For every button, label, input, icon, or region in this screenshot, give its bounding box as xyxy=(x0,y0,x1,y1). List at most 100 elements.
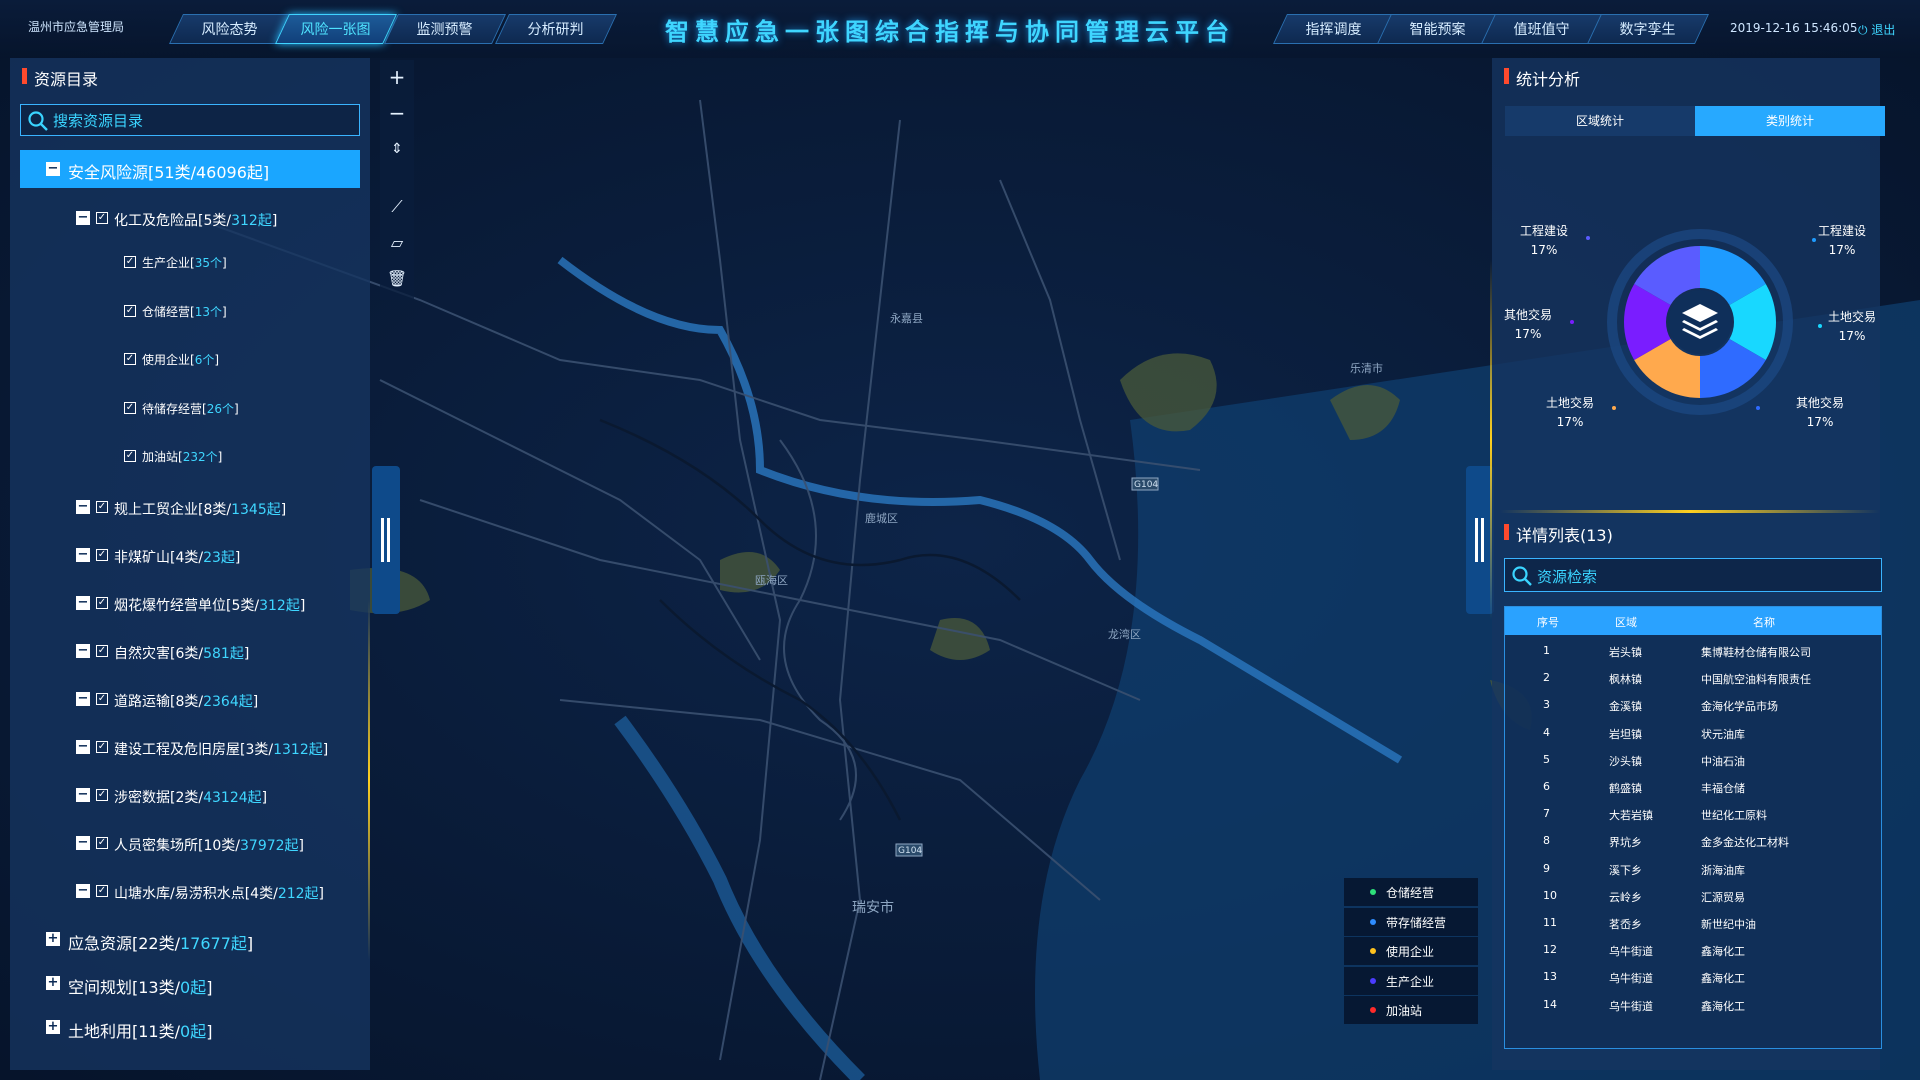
legend-item[interactable]: 生产企业 xyxy=(1344,966,1478,995)
left-panel-toggle[interactable] xyxy=(372,466,400,614)
table-row[interactable]: 10 云岭乡 汇源贸易 xyxy=(1505,882,1881,909)
tree-child-row[interactable]: ✓ 加油站[232个] xyxy=(124,446,324,468)
collapse-icon[interactable]: − xyxy=(76,547,90,562)
tree-group-row[interactable]: − ✓ 道路运输[8类/2364起] xyxy=(76,689,366,711)
tab-region-stats[interactable]: 区域统计 xyxy=(1505,106,1695,136)
tree-category-row[interactable]: + 应急资源[22类/17677起] xyxy=(46,928,346,953)
checkbox-checked-icon[interactable]: ✓ xyxy=(96,212,108,224)
col-region: 区域 xyxy=(1615,616,1637,629)
map-label-yongjia: 永嘉县 xyxy=(890,311,923,325)
collapse-icon[interactable]: − xyxy=(76,691,90,706)
measure-area-icon[interactable]: ▱ xyxy=(380,226,414,260)
table-row[interactable]: 9 溪下乡 浙海油库 xyxy=(1505,855,1881,882)
zoom-in-icon[interactable]: + xyxy=(380,60,414,94)
table-row[interactable]: 2 枫林镇 中国航空油料有限责任 xyxy=(1505,664,1881,691)
nav-tab-smart-plan[interactable]: 智能预案 xyxy=(1377,14,1499,44)
table-row[interactable]: 14 乌牛街道 鑫海化工 xyxy=(1505,991,1881,1018)
tree-group-row[interactable]: − ✓ 规上工贸企业[8类/1345起] xyxy=(76,497,366,519)
tab-category-stats[interactable]: 类别统计 xyxy=(1695,106,1885,136)
table-row[interactable]: 8 界坑乡 金多金达化工材料 xyxy=(1505,827,1881,854)
nav-tab-risk-map[interactable]: 风险一张图 xyxy=(275,14,397,44)
checkbox-checked-icon[interactable]: ✓ xyxy=(124,256,136,268)
nav-tab-duty[interactable]: 值班值守 xyxy=(1481,14,1603,44)
tree-group-row[interactable]: − ✓ 非煤矿山[4类/23起] xyxy=(76,545,366,567)
table-row[interactable]: 6 鹤盛镇 丰福仓储 xyxy=(1505,773,1881,800)
checkbox-checked-icon[interactable]: ✓ xyxy=(96,740,108,753)
checkbox-checked-icon[interactable]: ✓ xyxy=(96,548,108,561)
table-row[interactable]: 3 金溪镇 金海化学品市场 xyxy=(1505,691,1881,718)
tree-child-row[interactable]: ✓ 生产企业[35个] xyxy=(124,252,324,274)
checkbox-checked-icon[interactable]: ✓ xyxy=(96,500,108,513)
checkbox-checked-icon[interactable]: ✓ xyxy=(96,692,108,705)
trash-icon[interactable]: 🗑 xyxy=(380,262,414,296)
map-label-ouhai: 瓯海区 xyxy=(755,573,788,587)
table-row[interactable]: 4 岩坦镇 状元油库 xyxy=(1505,719,1881,746)
resource-search-input[interactable]: 搜索资源目录 xyxy=(20,104,360,136)
slice-name: 土地交易 xyxy=(1546,396,1595,410)
checkbox-checked-icon[interactable]: ✓ xyxy=(124,401,136,414)
tree-category-row[interactable]: + 空间规划[13类/0起] xyxy=(46,972,346,997)
cell-region: 云岭乡 xyxy=(1609,890,1642,904)
tree-item-name: 化工及危险品[5类/ xyxy=(114,213,232,229)
collapse-icon[interactable]: − xyxy=(46,162,60,176)
logout-button[interactable]: ⏻ 退出 xyxy=(1858,21,1895,38)
tree-category-row[interactable]: + 土地利用[11类/0起] xyxy=(46,1016,346,1041)
checkbox-checked-icon[interactable]: ✓ xyxy=(96,836,108,849)
collapse-icon[interactable]: − xyxy=(76,739,90,754)
tree-child-row[interactable]: ✓ 仓储经营[13个] xyxy=(124,301,324,323)
checkbox-checked-icon[interactable]: ✓ xyxy=(96,644,108,657)
tree-group-row[interactable]: − ✓ 烟花爆竹经营单位[5类/312起] xyxy=(76,593,366,615)
category-donut-chart xyxy=(1600,222,1800,422)
nav-tab-analysis[interactable]: 分析研判 xyxy=(495,14,617,44)
checkbox-checked-icon[interactable]: ✓ xyxy=(124,353,136,365)
checkbox-checked-icon[interactable]: ✓ xyxy=(96,596,108,609)
collapse-icon[interactable]: − xyxy=(76,787,90,802)
nav-tab-monitoring-warning[interactable]: 监测预警 xyxy=(384,14,506,44)
tree-group-row[interactable]: − ✓ 自然灾害[6类/581起] xyxy=(76,641,366,663)
checkbox-checked-icon[interactable]: ✓ xyxy=(96,884,108,897)
tree-item-bracket: ] xyxy=(221,304,227,319)
legend-item[interactable]: 带存储经营 xyxy=(1344,907,1478,936)
resource-retrieval-input[interactable]: 资源检索 xyxy=(1504,558,1882,592)
checkbox-checked-icon[interactable]: ✓ xyxy=(96,788,108,801)
legend-item[interactable]: 使用企业 xyxy=(1344,937,1478,965)
tree-group-row[interactable]: − ✓ 人员密集场所[10类/37972起] xyxy=(76,833,366,855)
expand-icon[interactable]: + xyxy=(46,1020,60,1034)
expand-icon[interactable]: + xyxy=(46,932,60,946)
collapse-icon[interactable]: − xyxy=(76,643,90,658)
detail-list-title: 详情列表(13) xyxy=(1504,522,1613,546)
cell-region: 岩头镇 xyxy=(1609,646,1642,659)
measure-line-icon[interactable]: ⟋ xyxy=(380,190,414,224)
collapse-icon[interactable]: − xyxy=(76,883,90,898)
collapse-icon[interactable]: − xyxy=(76,835,90,850)
table-row[interactable]: 12 乌牛街道 鑫海化工 xyxy=(1505,936,1881,963)
nav-tab-digital-twin[interactable]: 数字孪生 xyxy=(1587,14,1709,44)
table-row[interactable]: 13 乌牛街道 鑫海化工 xyxy=(1505,963,1881,990)
map-legend: 仓储经营带存储经营 使用企业 生产企业 加油站 xyxy=(1344,878,1478,1024)
collapse-icon[interactable]: − xyxy=(76,595,90,610)
tree-group-row[interactable]: − ✓ 涉密数据[2类/43124起] xyxy=(76,785,366,807)
table-row[interactable]: 1 岩头镇 集博鞋材仓储有限公司 xyxy=(1505,637,1881,664)
legend-label: 仓储经营 xyxy=(1386,886,1435,900)
expand-icon[interactable]: + xyxy=(46,976,60,990)
nav-tab-risk-situation[interactable]: 风险态势 xyxy=(169,14,291,44)
pan-vertical-icon[interactable]: ⇕ xyxy=(380,132,414,166)
collapse-icon[interactable]: − xyxy=(76,211,90,225)
cell-region: 界坑乡 xyxy=(1609,836,1642,850)
legend-item[interactable]: 加油站 xyxy=(1344,996,1478,1024)
table-row[interactable]: 5 沙头镇 中油石油 xyxy=(1505,746,1881,773)
table-row[interactable]: 7 大若岩镇 世纪化工原料 xyxy=(1505,800,1881,827)
collapse-icon[interactable]: − xyxy=(76,499,90,514)
tree-child-row[interactable]: ✓ 待储存经营[26个] xyxy=(124,398,324,420)
legend-item[interactable]: 仓储经营 xyxy=(1344,878,1478,906)
zoom-out-icon[interactable]: − xyxy=(380,96,414,130)
nav-tab-command-dispatch[interactable]: 指挥调度 xyxy=(1273,14,1395,44)
checkbox-checked-icon[interactable]: ✓ xyxy=(124,304,136,317)
table-row[interactable]: 11 茗岙乡 新世纪中油 xyxy=(1505,909,1881,936)
tree-child-row[interactable]: ✓ 使用企业[6个] xyxy=(124,349,324,371)
tree-group-row[interactable]: − ✓ 化工及危险品[5类/312起] xyxy=(76,208,366,230)
tree-root-safety-risk[interactable]: − 安全风险源[51类/46096起] xyxy=(20,150,360,188)
checkbox-checked-icon[interactable]: ✓ xyxy=(124,450,136,462)
tree-group-row[interactable]: − ✓ 山塘水库/易涝积水点[4类/212起] xyxy=(76,881,366,903)
tree-group-row[interactable]: − ✓ 建设工程及危旧房屋[3类/1312起] xyxy=(76,737,366,759)
